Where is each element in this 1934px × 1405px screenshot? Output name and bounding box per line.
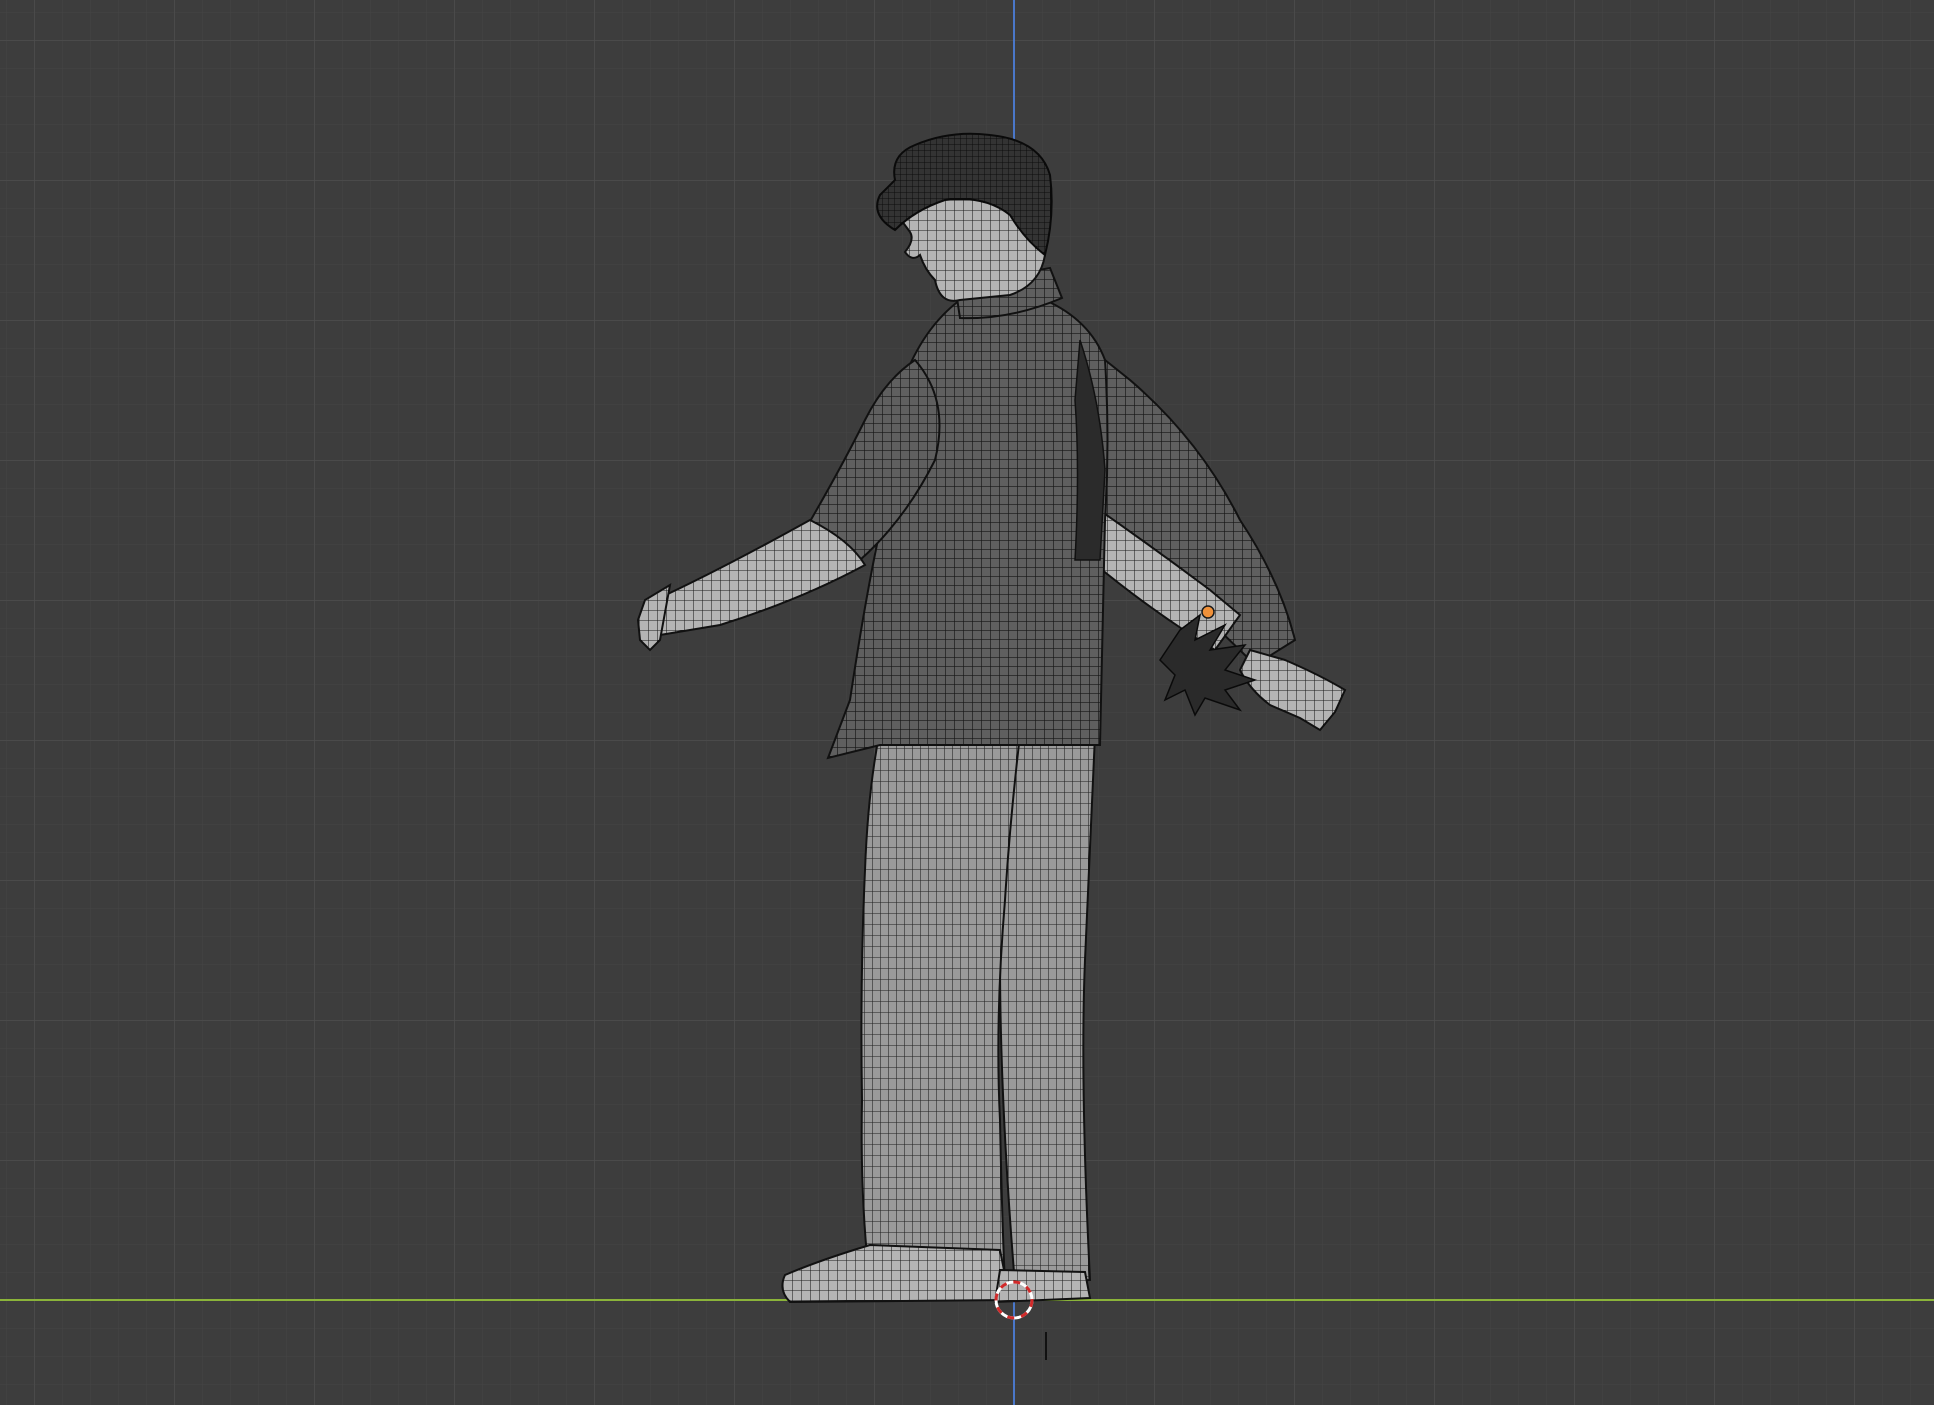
- object-origin-marker[interactable]: [1201, 605, 1215, 619]
- back-leg: [997, 728, 1097, 1287]
- back-shoe: [993, 1268, 1092, 1304]
- viewport-scene[interactable]: [0, 0, 1934, 1405]
- 3d-viewport[interactable]: [0, 0, 1934, 1405]
- front-leg: [860, 728, 1022, 1286]
